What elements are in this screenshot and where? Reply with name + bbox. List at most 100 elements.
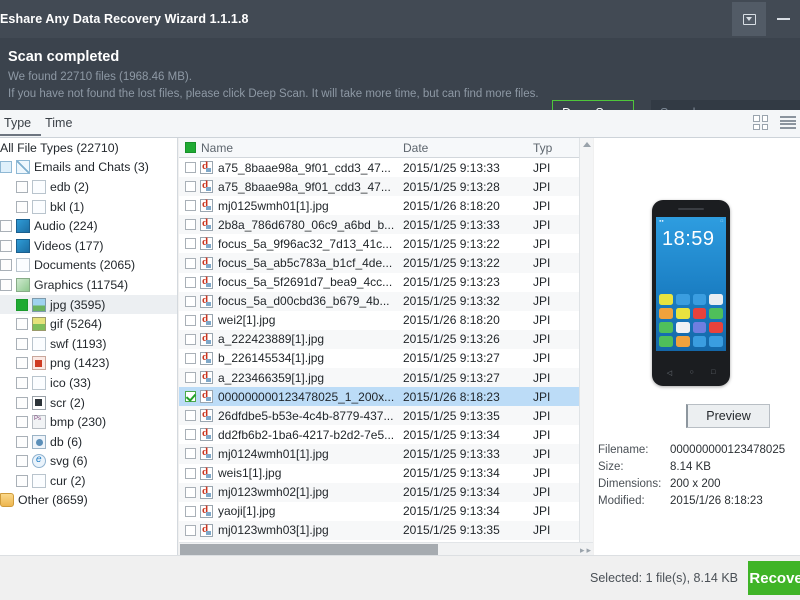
table-row[interactable]: focus_5a_5f2691d7_bea9_4cc... 2015/1/25 9… <box>179 273 593 292</box>
tree-item-checkbox[interactable] <box>16 318 28 331</box>
tree-item[interactable]: cur (2) <box>0 471 177 491</box>
tree-item[interactable]: ico (33) <box>0 373 177 393</box>
row-checkbox[interactable] <box>185 410 196 422</box>
tree-item[interactable]: db (6) <box>0 432 177 452</box>
table-row[interactable]: focus_5a_9f96ac32_7d13_41c... 2015/1/25 9… <box>179 234 593 253</box>
tree-item[interactable]: Audio (224) <box>0 216 177 236</box>
tree-item-checkbox[interactable] <box>0 161 12 174</box>
table-row[interactable]: mj0125wmh01[1].jpg 2015/1/26 8:18:20 JPI <box>179 196 593 215</box>
table-row[interactable]: mj0123wmh03[1].jpg 2015/1/25 9:13:35 JPI <box>179 520 593 540</box>
row-checkbox[interactable] <box>185 505 196 517</box>
row-checkbox[interactable] <box>185 257 196 269</box>
row-checkbox[interactable] <box>185 448 196 460</box>
tree-item[interactable]: edb (2) <box>0 177 177 197</box>
tree-item[interactable]: swf (1193) <box>0 334 177 354</box>
tree-item[interactable]: Videos (177) <box>0 236 177 256</box>
row-checkbox[interactable] <box>185 486 196 498</box>
tree-item[interactable]: Graphics (11754) <box>0 275 177 295</box>
horizontal-scroll-arrows[interactable]: ▸ ▸ <box>580 545 591 555</box>
file-name-cell: a_222423889[1].jpg <box>179 332 397 346</box>
table-row[interactable]: a75_8baae98a_9f01_cdd3_47... 2015/1/25 9:… <box>179 177 593 197</box>
row-checkbox[interactable] <box>185 314 196 326</box>
column-header-name[interactable]: Name <box>179 141 397 155</box>
table-row[interactable]: 26dfdbe5-b53e-4c4b-8779-437... 2015/1/25 … <box>179 406 593 426</box>
table-row[interactable]: 000000000123478025_1_200x... 2015/1/26 8:… <box>179 387 593 407</box>
tree-item-checkbox[interactable] <box>16 416 28 429</box>
table-row[interactable]: focus_5a_ab5c783a_b1cf_4de... 2015/1/25 9… <box>179 253 593 273</box>
scroll-up-icon[interactable] <box>583 142 591 147</box>
recover-button[interactable]: Recover <box>748 561 800 595</box>
select-all-checkbox[interactable] <box>185 142 196 153</box>
table-row[interactable]: dd2fb6b2-1ba6-4217-b2d2-7e5... 2015/1/25 … <box>179 425 593 444</box>
table-row[interactable]: 2b8a_786d6780_06c9_a6bd_b... 2015/1/25 9:… <box>179 215 593 235</box>
row-checkbox[interactable] <box>185 429 196 441</box>
minimize-button[interactable] <box>766 2 800 36</box>
tree-item[interactable]: png (1423) <box>0 354 177 374</box>
table-row[interactable]: mj0123wmh02[1].jpg 2015/1/25 9:13:34 JPI <box>179 482 593 502</box>
table-row[interactable]: wei2[1].jpg 2015/1/26 8:18:20 JPI <box>179 311 593 330</box>
file-list-vertical-scrollbar[interactable] <box>579 138 593 555</box>
tree-item[interactable]: svg (6) <box>0 452 177 472</box>
tree-item[interactable]: jpg (3595) <box>0 294 177 315</box>
tree-item-checkbox[interactable] <box>0 239 12 252</box>
list-view-icon[interactable] <box>780 116 796 129</box>
tree-item[interactable]: All File Types (22710) <box>0 138 177 158</box>
tree-item[interactable]: bmp (230) <box>0 412 177 432</box>
row-checkbox[interactable] <box>185 181 196 193</box>
tree-item-checkbox[interactable] <box>16 376 28 389</box>
column-header-type[interactable]: Typ <box>527 141 587 155</box>
tree-item[interactable]: Other (8659) <box>0 491 177 511</box>
table-row[interactable]: focus_5a_d00cbd36_b679_4b... 2015/1/25 9:… <box>179 291 593 311</box>
row-checkbox[interactable] <box>185 524 196 536</box>
file-list-horizontal-scrollbar[interactable]: ▸ ▸ <box>179 542 593 555</box>
grid-view-icon[interactable] <box>753 115 768 130</box>
tree-item[interactable]: bkl (1) <box>0 197 177 217</box>
row-checkbox[interactable] <box>185 276 196 288</box>
file-type-tree[interactable]: All File Types (22710) Emails and Chats (… <box>0 138 178 555</box>
tree-item-checkbox[interactable] <box>16 396 28 409</box>
row-checkbox[interactable] <box>185 391 196 403</box>
table-row[interactable]: weis1[1].jpg 2015/1/25 9:13:34 JPI <box>179 464 593 483</box>
tab-time[interactable]: Time <box>41 113 82 136</box>
tree-item-checkbox[interactable] <box>16 357 28 370</box>
phone-app-grid <box>659 294 723 347</box>
tree-item-checkbox[interactable] <box>16 337 28 350</box>
row-checkbox[interactable] <box>185 295 196 307</box>
tree-item-checkbox[interactable] <box>16 474 28 487</box>
file-name-cell: focus_5a_5f2691d7_bea9_4cc... <box>179 275 397 289</box>
table-row[interactable]: mj0124wmh01[1].jpg 2015/1/25 9:13:33 JPI <box>179 444 593 464</box>
table-row[interactable]: yaoji[1].jpg 2015/1/25 9:13:34 JPI <box>179 502 593 521</box>
row-checkbox[interactable] <box>185 238 196 250</box>
tree-item-checkbox[interactable] <box>16 455 28 468</box>
row-checkbox[interactable] <box>185 200 196 212</box>
metadata-key: Size: <box>598 461 624 473</box>
tree-item-checkbox[interactable] <box>16 298 28 311</box>
table-row[interactable]: a_223466359[1].jpg 2015/1/25 9:13:27 JPI <box>179 368 593 388</box>
row-checkbox[interactable] <box>185 219 196 231</box>
tab-type[interactable]: Type <box>0 113 42 136</box>
table-row[interactable]: a_222423889[1].jpg 2015/1/25 9:13:26 JPI <box>179 329 593 349</box>
tree-item-checkbox[interactable] <box>16 180 28 193</box>
tree-item-checkbox[interactable] <box>16 200 28 213</box>
table-row[interactable]: b_226145534[1].jpg 2015/1/25 9:13:27 JPI <box>179 349 593 368</box>
tree-item-checkbox[interactable] <box>16 435 28 448</box>
restore-button[interactable] <box>732 2 766 36</box>
preview-button[interactable]: Preview <box>686 404 770 428</box>
tree-item-checkbox[interactable] <box>0 259 12 272</box>
horizontal-scroll-thumb[interactable] <box>180 544 438 555</box>
tree-item-checkbox[interactable] <box>0 278 12 291</box>
tree-item-checkbox[interactable] <box>0 220 12 233</box>
tree-item[interactable]: Documents (2065) <box>0 256 177 276</box>
scroll-right-icon[interactable]: ▸ <box>586 545 591 555</box>
column-header-date[interactable]: Date <box>397 141 527 155</box>
tree-item[interactable]: Emails and Chats (3) <box>0 158 177 178</box>
scroll-left-icon[interactable]: ▸ <box>580 545 585 555</box>
row-checkbox[interactable] <box>185 162 196 174</box>
tree-item[interactable]: gif (5264) <box>0 314 177 334</box>
table-row[interactable]: a75_8baae98a_9f01_cdd3_47... 2015/1/25 9:… <box>179 158 593 177</box>
row-checkbox[interactable] <box>185 467 196 479</box>
row-checkbox[interactable] <box>185 333 196 345</box>
tree-item[interactable]: scr (2) <box>0 393 177 413</box>
row-checkbox[interactable] <box>185 352 196 364</box>
row-checkbox[interactable] <box>185 372 196 384</box>
